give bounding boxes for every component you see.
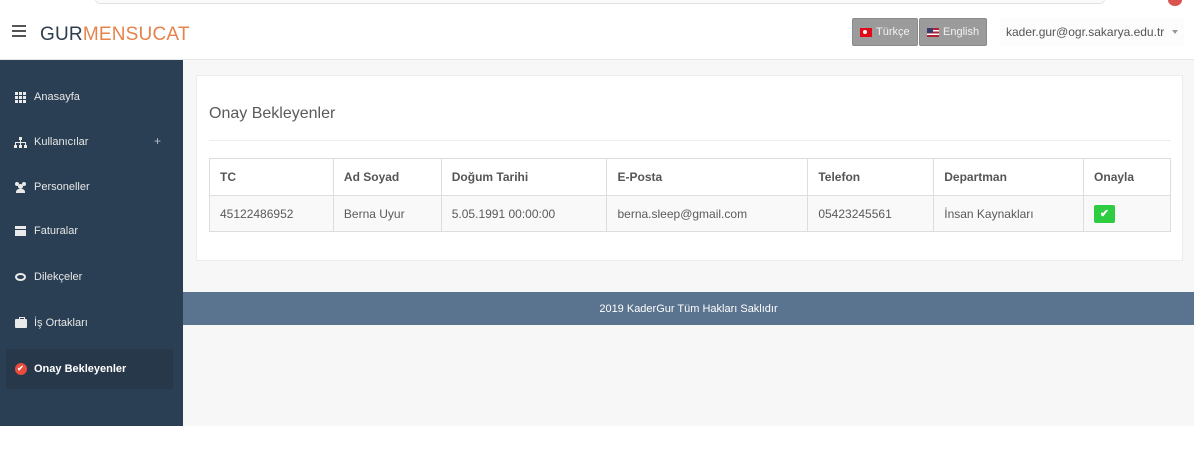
archive-icon [14, 226, 27, 237]
column-header: E-Posta [606, 158, 809, 196]
turkey-flag-icon [860, 27, 872, 37]
sidebar-item-label: Anasayfa [34, 91, 80, 103]
language-turkish-button[interactable]: Türkçe [852, 18, 918, 46]
chevron-down-icon [1172, 30, 1179, 34]
check-icon: ✔ [1099, 208, 1110, 220]
column-header: Doğum Tarihi [440, 158, 608, 196]
expand-plus-icon[interactable]: + [154, 134, 161, 148]
cell-departman: İnsan Kaynakları [933, 195, 1085, 232]
language-english-label: English [943, 26, 980, 38]
column-header: Onayla [1083, 158, 1171, 196]
main-content: Onay Bekleyenler TC Ad Soyad Doğum Tarih… [183, 60, 1194, 426]
footer-copyright: 2019 KaderGur Tüm Hakları Saklıdır [599, 302, 778, 315]
cell-tc: 45122486952 [209, 195, 334, 232]
sidebar-item-label: Kullanıcılar [34, 136, 89, 148]
column-header: Departman [933, 158, 1085, 196]
sidebar-item-label: İş Ortakları [34, 317, 88, 329]
page-bottom-whitespace [0, 426, 1194, 450]
sidebar-item-label: Faturalar [34, 225, 79, 237]
content-panel: Onay Bekleyenler TC Ad Soyad Doğum Tarih… [196, 75, 1183, 261]
sidebar-item-label: Personeller [34, 181, 90, 193]
comments-icon [14, 272, 27, 283]
sidebar-item-faturalar[interactable]: Faturalar [6, 211, 173, 251]
sidebar-item-anasayfa[interactable]: Anasayfa [6, 77, 173, 117]
menu-toggle-icon[interactable] [12, 25, 26, 37]
sidebar-item-onay-bekleyenler[interactable]: ✔ Onay Bekleyenler [6, 349, 173, 389]
column-header: Telefon [807, 158, 935, 196]
sidebar-item-label: Dilekçeler [34, 271, 83, 283]
pending-approvals-table: TC Ad Soyad Doğum Tarihi E-Posta Telefon… [209, 158, 1171, 232]
logo-part-2: MENSUCAT [82, 24, 190, 45]
sidebar-item-label: Onay Bekleyenler [34, 363, 127, 375]
language-english-button[interactable]: English [919, 18, 988, 46]
top-navbar: GURMENSUCAT Türkçe English kader.gur@ogr… [0, 8, 1194, 60]
sidebar-item-kullanicilar[interactable]: Kullanıcılar + [6, 122, 173, 162]
grid-icon [14, 91, 27, 103]
sidebar: Anasayfa Kullanıcılar + Personeller Fatu… [0, 60, 183, 426]
address-bar[interactable] [95, 0, 1105, 4]
column-header: Ad Soyad [332, 158, 442, 196]
table-header-row: TC Ad Soyad Doğum Tarihi E-Posta Telefon… [209, 158, 1171, 196]
page-title: Onay Bekleyenler [209, 105, 336, 122]
check-circle-icon: ✔ [14, 363, 27, 375]
cell-dogum-tarihi: 5.05.1991 00:00:00 [440, 195, 608, 232]
browser-profile-icon[interactable] [1168, 0, 1182, 6]
user-email: kader.gur@ogr.sakarya.edu.tr [1006, 25, 1165, 39]
users-icon [14, 181, 27, 193]
cell-onayla: ✔ [1083, 195, 1171, 232]
user-dropdown[interactable]: kader.gur@ogr.sakarya.edu.tr [1000, 18, 1185, 46]
language-turkish-label: Türkçe [876, 26, 910, 38]
sidebar-item-is-ortaklari[interactable]: İş Ortakları [6, 303, 173, 343]
us-flag-icon [927, 27, 939, 37]
browser-top-strip [0, 0, 1194, 8]
cell-e-posta: berna.sleep@gmail.com [606, 195, 809, 232]
sidebar-item-dilekceler[interactable]: Dilekçeler [6, 257, 173, 297]
briefcase-icon [14, 316, 27, 329]
table-row: 45122486952 Berna Uyur 5.05.1991 00:00:0… [209, 195, 1171, 232]
footer: 2019 KaderGur Tüm Hakları Saklıdır [183, 292, 1194, 325]
site-logo[interactable]: GURMENSUCAT [40, 24, 190, 46]
approve-button[interactable]: ✔ [1094, 204, 1116, 223]
divider [209, 140, 1171, 141]
cell-ad-soyad: Berna Uyur [332, 195, 442, 232]
sidebar-item-personeller[interactable]: Personeller [6, 167, 173, 207]
logo-part-1: GUR [40, 24, 83, 45]
cell-telefon: 05423245561 [807, 195, 935, 232]
sitemap-icon [14, 136, 27, 148]
column-header: TC [209, 158, 334, 196]
